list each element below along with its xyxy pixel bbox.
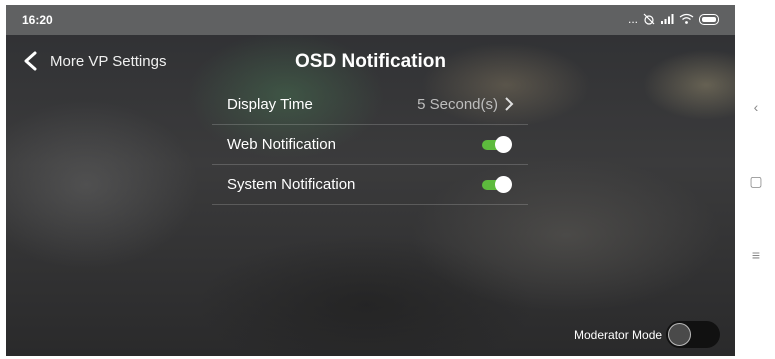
- app-screen: 16:20 ... More VP Settings OSD Notificat…: [6, 5, 735, 356]
- display-time-row[interactable]: Display Time 5 Second(s): [212, 85, 528, 125]
- web-notification-label: Web Notification: [227, 136, 336, 153]
- wifi-icon: [679, 13, 694, 24]
- toggle-knob: [495, 136, 512, 153]
- nav-menu-icon[interactable]: ≡: [749, 248, 763, 262]
- moderator-mode-toggle[interactable]: [666, 321, 720, 348]
- nav-back-icon[interactable]: ‹: [749, 100, 763, 114]
- settings-list: Display Time 5 Second(s) Web Notificatio…: [212, 85, 528, 205]
- status-bar: 16:20 ...: [6, 5, 735, 35]
- signal-icon: [661, 14, 674, 24]
- toggle-knob: [668, 323, 691, 346]
- status-time: 16:20: [22, 13, 53, 27]
- status-icons: ...: [628, 12, 719, 26]
- page-title: OSD Notification: [295, 51, 446, 72]
- display-time-value: 5 Second(s): [417, 96, 498, 113]
- battery-icon: [699, 13, 719, 25]
- web-notification-row: Web Notification: [212, 125, 528, 165]
- chevron-right-icon: [505, 97, 514, 111]
- system-nav-bar: ‹ ▢ ≡: [735, 0, 775, 359]
- system-notification-label: System Notification: [227, 176, 356, 193]
- toggle-knob: [495, 176, 512, 193]
- moderator-mode-label: Moderator Mode: [574, 328, 663, 342]
- dots-icon: ...: [627, 12, 638, 26]
- system-notification-toggle[interactable]: [482, 176, 512, 193]
- nav-home-icon[interactable]: ▢: [749, 174, 763, 188]
- display-time-label: Display Time: [227, 96, 313, 113]
- web-notification-toggle[interactable]: [482, 136, 512, 153]
- system-notification-row: System Notification: [212, 165, 528, 205]
- alarm-off-icon: [643, 13, 655, 25]
